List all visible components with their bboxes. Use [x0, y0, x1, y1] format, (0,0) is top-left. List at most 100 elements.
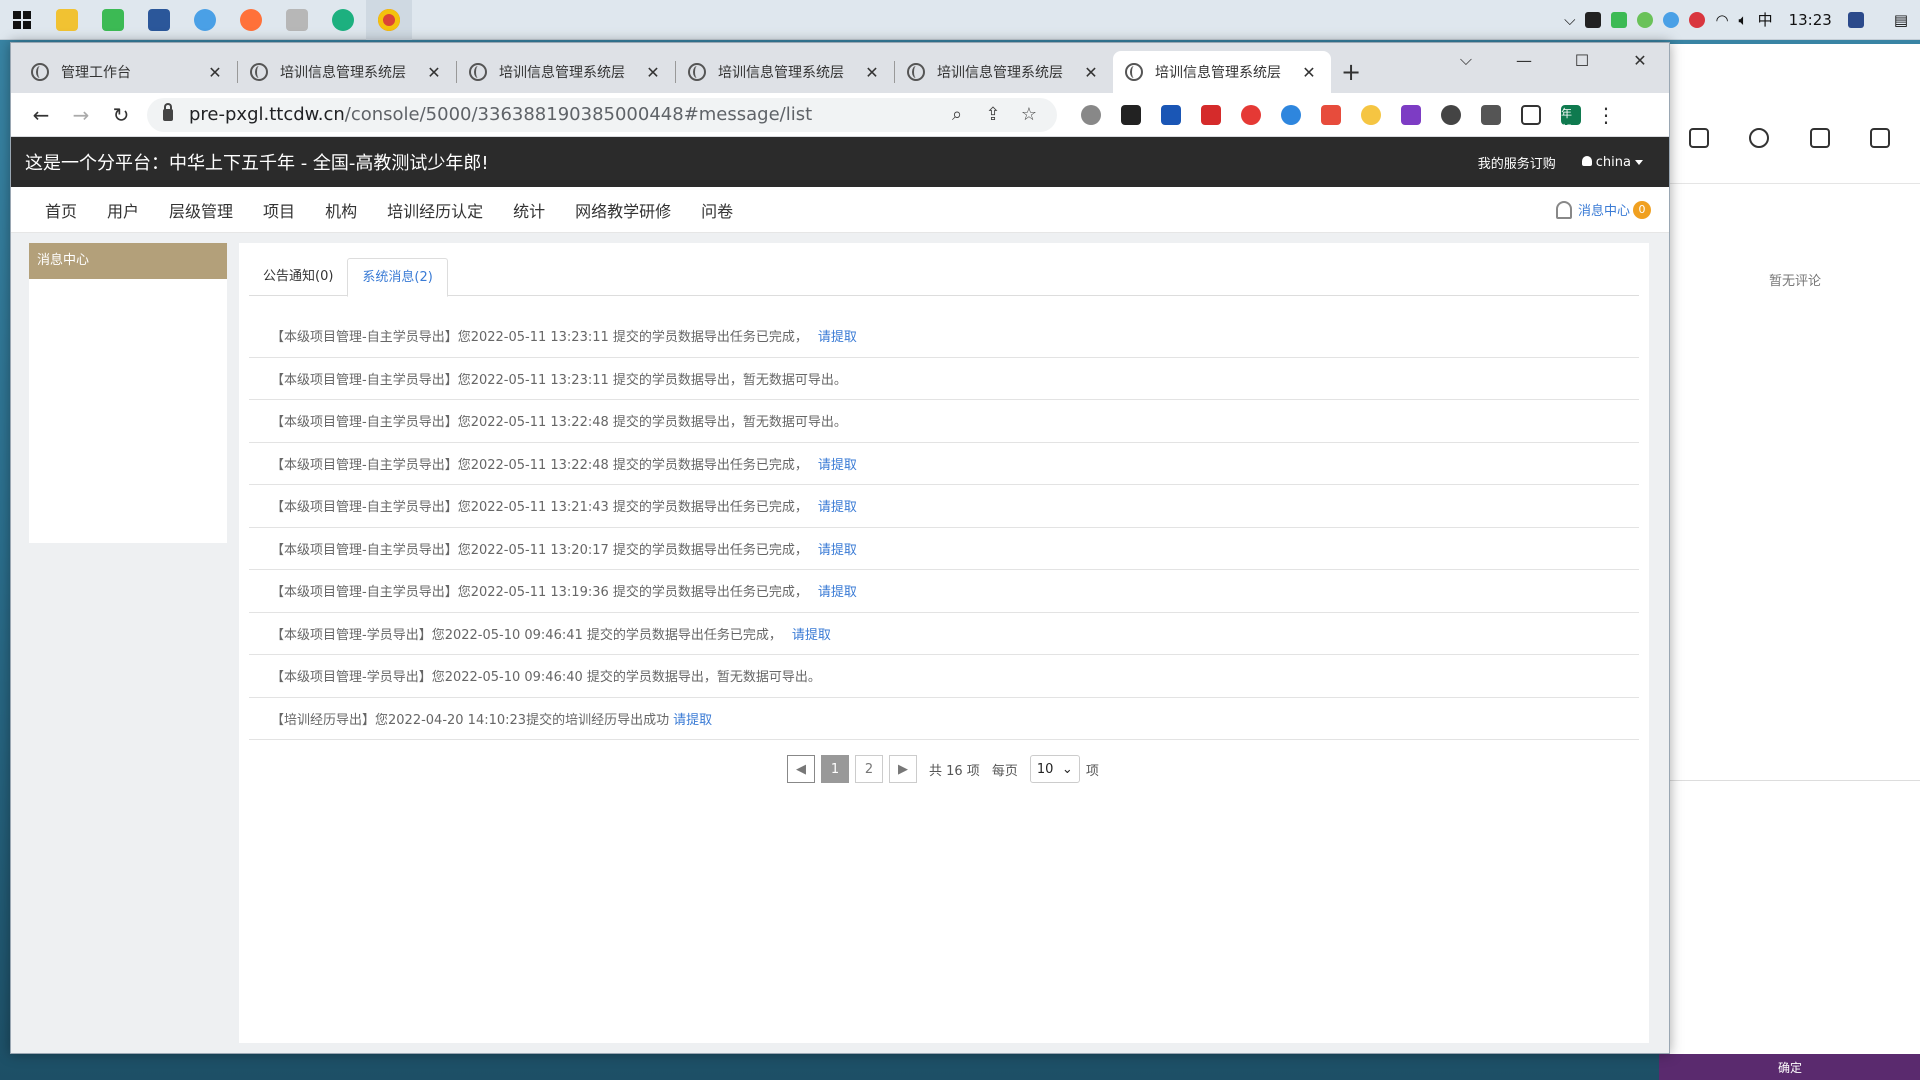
maximize-icon[interactable]: ☐ [1553, 43, 1611, 77]
bookmark-star-icon[interactable]: ☆ [1011, 104, 1047, 125]
lock-icon[interactable] [163, 102, 173, 121]
extensions-icon[interactable] [1749, 127, 1770, 148]
empty-comment-text: 暂无评论 [1769, 274, 1822, 289]
extension-button[interactable] [1391, 104, 1431, 125]
taskbar-word[interactable] [136, 0, 182, 40]
extract-link[interactable]: 请提取 [673, 709, 712, 728]
nav-item-hierarchy[interactable]: 层级管理 [169, 198, 233, 222]
extension-button[interactable] [1351, 104, 1391, 125]
taskbar-chrome[interactable] [366, 0, 412, 40]
prev-page-button[interactable]: ◀ [787, 755, 815, 783]
notification-icon[interactable]: ▤ [1894, 11, 1908, 29]
taskbar-misc[interactable] [274, 0, 320, 40]
subscription-link[interactable]: 我的服务订购 [1478, 153, 1556, 172]
address-bar[interactable]: pre-pxgl.ttcdw.cn/console/5000/336388190… [147, 97, 1057, 132]
nav-item-projects[interactable]: 项目 [263, 198, 295, 222]
taskbar-file-explorer[interactable] [44, 0, 90, 40]
extensions-menu-button[interactable] [1471, 104, 1511, 125]
nav-item-training-cert[interactable]: 培训经历认定 [387, 198, 483, 222]
tab-announcements[interactable]: 公告通知(0) [249, 258, 347, 296]
close-icon[interactable]: ✕ [1081, 63, 1101, 82]
close-icon[interactable]: ✕ [862, 63, 882, 82]
minimize-icon[interactable]: — [1495, 43, 1553, 77]
browser-tab[interactable]: 培训信息管理系统层 ✕ [895, 51, 1113, 93]
side-panel-button[interactable] [1511, 104, 1551, 125]
extension-button[interactable] [1151, 104, 1191, 125]
close-icon[interactable]: ✕ [1299, 63, 1319, 82]
ime-indicator[interactable]: 中 [1758, 9, 1773, 30]
nav-item-stats[interactable]: 统计 [513, 198, 545, 222]
clock[interactable]: 13:23 [1789, 11, 1832, 29]
chevron-up-icon[interactable]: ⌵ [1564, 11, 1575, 29]
battery-icon[interactable] [1585, 11, 1602, 28]
browser-tab[interactable]: 管理工作台 ✕ [19, 51, 237, 93]
page-button-current[interactable]: 1 [821, 755, 849, 783]
url-text[interactable]: pre-pxgl.ttcdw.cn/console/5000/336388190… [189, 104, 939, 125]
extension-button[interactable] [1271, 104, 1311, 125]
start-button[interactable] [0, 0, 44, 40]
browser-tab[interactable]: 培训信息管理系统层 ✕ [676, 51, 894, 93]
sidebar-item-message-center[interactable]: 消息中心 [29, 243, 227, 279]
extension-button[interactable] [1111, 104, 1151, 125]
nav-item-users[interactable]: 用户 [107, 198, 139, 222]
volume-icon[interactable]: 🔈︎ [1739, 11, 1748, 29]
security-icon[interactable] [1689, 11, 1706, 28]
next-page-button[interactable]: ▶ [889, 755, 917, 783]
more-menu-icon[interactable]: ⋮ [1591, 103, 1621, 127]
message-count-badge: 0 [1633, 200, 1651, 219]
extract-link[interactable]: 请提取 [818, 539, 857, 558]
message-text: 【本级项目管理-自主学员导出】您2022-05-11 13:22:48 提交的学… [271, 457, 808, 473]
extension-button[interactable] [1071, 104, 1111, 125]
extract-link[interactable]: 请提取 [818, 326, 857, 345]
taskbar-search-app[interactable] [182, 0, 228, 40]
user-menu[interactable]: china [1581, 155, 1643, 170]
list-item: 【本级项目管理-自主学员导出】您2022-05-11 13:22:48 提交的学… [249, 400, 1639, 443]
nav-item-home[interactable]: 首页 [45, 198, 77, 222]
extract-link[interactable]: 请提取 [818, 454, 857, 473]
share-icon[interactable]: ⇪ [975, 104, 1011, 125]
profile-button[interactable]: 年郎 [1551, 104, 1591, 136]
browser-tab-active[interactable]: 培训信息管理系统层 ✕ [1113, 51, 1331, 93]
nav-item-survey[interactable]: 问卷 [701, 198, 733, 222]
close-window-icon[interactable]: ✕ [1611, 43, 1669, 77]
taskbar-firefox[interactable] [228, 0, 274, 40]
extension-button[interactable] [1191, 104, 1231, 125]
close-icon[interactable]: ✕ [643, 63, 663, 82]
taskbar-edge[interactable] [320, 0, 366, 40]
confirm-button[interactable]: 确定 [1659, 1054, 1920, 1080]
extension-button[interactable] [1231, 104, 1271, 125]
close-icon[interactable]: ✕ [424, 63, 444, 82]
nav-item-online-research[interactable]: 网络教学研修 [575, 198, 671, 222]
extensions-row: 年郎 ⋮ [1071, 103, 1621, 136]
app-icon[interactable] [1689, 127, 1710, 148]
extension-button[interactable] [1431, 104, 1471, 125]
collections-icon[interactable] [1869, 127, 1890, 148]
browser-tab[interactable]: 培训信息管理系统层 ✕ [457, 51, 675, 93]
zoom-icon[interactable]: ⌕ [939, 104, 975, 125]
extract-link[interactable]: 请提取 [818, 581, 857, 600]
app-tray-icon[interactable] [1611, 11, 1628, 28]
taskbar-app[interactable] [90, 0, 136, 40]
extension-button[interactable] [1311, 104, 1351, 125]
wifi-icon[interactable]: ◠ [1715, 11, 1728, 29]
new-tab-button[interactable]: + [1331, 51, 1371, 93]
page-button[interactable]: 2 [855, 755, 883, 783]
per-page-select[interactable]: 10 ⌄ [1029, 755, 1080, 783]
extract-link[interactable]: 请提取 [792, 624, 831, 643]
extract-link[interactable]: 请提取 [818, 496, 857, 515]
wechat-icon[interactable] [1637, 11, 1654, 28]
reload-button[interactable]: ↻ [101, 98, 141, 132]
forward-button[interactable]: → [61, 98, 101, 132]
globe-icon [688, 63, 706, 81]
favorites-icon[interactable] [1809, 127, 1830, 148]
back-button[interactable]: ← [21, 98, 61, 132]
tab-system-messages[interactable]: 系统消息(2) [347, 258, 448, 297]
message-center-link[interactable]: 消息中心 0 [1555, 200, 1651, 219]
tab-search-icon[interactable]: ⌵ [1437, 43, 1495, 77]
nav-item-orgs[interactable]: 机构 [325, 198, 357, 222]
browser-tab[interactable]: 培训信息管理系统层 ✕ [238, 51, 456, 93]
cloud-icon[interactable] [1663, 11, 1680, 28]
app-tray-icon[interactable] [1847, 11, 1864, 28]
tab-title: 管理工作台 [61, 65, 131, 81]
close-icon[interactable]: ✕ [205, 63, 225, 82]
